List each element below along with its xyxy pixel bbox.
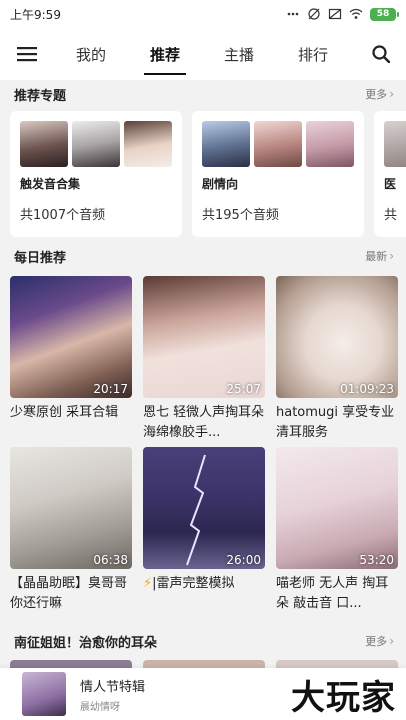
- daily-title: 每日推荐: [14, 250, 67, 266]
- status-bar: 上午9:59 58: [0, 0, 406, 28]
- audio-cover: 06:38: [10, 447, 132, 569]
- player-cover: [22, 672, 66, 716]
- menu-button[interactable]: [0, 28, 54, 80]
- audio-card[interactable]: 25:07 恩七 轻微人声掏耳朵海绵橡胶手...: [143, 276, 265, 443]
- audio-title: hatomugi 享受专业清耳服务: [276, 405, 395, 440]
- thumbnail-image: [20, 121, 68, 167]
- battery-icon: 58: [370, 7, 399, 21]
- player-info: 情人节特辑 晨幼情呀: [80, 676, 145, 713]
- watermark-logo: 大玩家: [291, 678, 396, 718]
- audio-duration: 26:00: [226, 553, 261, 567]
- topic-thumbnails: [202, 121, 354, 167]
- featured-header: 南征姐姐！治愈你的耳朵 更多 ›: [0, 627, 406, 655]
- thumbnail-image: [202, 121, 250, 167]
- topic-count: 共1007个音频: [20, 208, 106, 223]
- topics-title: 推荐专题: [14, 88, 67, 104]
- audio-duration: 25:07: [226, 382, 261, 396]
- dots-icon: [287, 12, 299, 16]
- battery-level: 58: [376, 9, 390, 19]
- audio-title: 【晶晶助眠】臭哥哥你还行嘛: [10, 576, 128, 611]
- audio-title: 喵老师 无人声 掏耳朵 敲击音 口...: [276, 576, 389, 611]
- audio-cover: 53:20: [276, 447, 398, 569]
- audio-duration: 53:20: [359, 553, 394, 567]
- audio-cover: 25:07: [143, 276, 265, 398]
- audio-duration: 20:17: [93, 382, 128, 396]
- featured-title: 南征姐姐！治愈你的耳朵: [14, 635, 158, 651]
- player-subtitle: 晨幼情呀: [80, 701, 120, 713]
- topics-more-label: 更多: [365, 88, 388, 101]
- audio-cover: 20:17: [10, 276, 132, 398]
- tab-ranking[interactable]: 排行: [292, 36, 334, 73]
- search-button[interactable]: [356, 28, 406, 80]
- featured-more-label: 更多: [365, 635, 388, 648]
- player-title: 情人节特辑: [80, 679, 146, 695]
- chevron-right-icon: ›: [389, 87, 394, 101]
- audio-title: ⚡|雷声完整模拟: [143, 574, 265, 614]
- no-signal-icon: [328, 8, 342, 20]
- topic-name: 触发音合集: [20, 177, 81, 191]
- tab-recommend[interactable]: 推荐: [143, 36, 187, 75]
- status-icons: 58: [286, 7, 399, 21]
- audio-title: 少寒原创 采耳合辑: [10, 405, 119, 420]
- audio-cover: 01:09:23: [276, 276, 398, 398]
- daily-header: 每日推荐 最新 ›: [0, 242, 406, 270]
- audio-duration: 06:38: [93, 553, 128, 567]
- chevron-right-icon: ›: [389, 634, 394, 648]
- audio-title: 恩七 轻微人声掏耳朵海绵橡胶手...: [143, 405, 265, 440]
- featured-more-link[interactable]: 更多 ›: [365, 633, 394, 649]
- topic-name: 剧情向: [202, 177, 239, 191]
- tab-bar: 我的 推荐 主播 排行: [54, 36, 356, 75]
- thumbnail-image: [384, 121, 406, 167]
- lightning-graphic: [186, 454, 206, 566]
- topic-thumbnails: [384, 121, 406, 167]
- topic-name: 医: [384, 177, 397, 191]
- topics-header: 推荐专题 更多 ›: [0, 80, 406, 108]
- audio-card[interactable]: 01:09:23 hatomugi 享受专业清耳服务: [276, 276, 398, 443]
- daily-latest-link[interactable]: 最新 ›: [365, 248, 394, 264]
- lightning-icon: ⚡: [143, 576, 153, 591]
- tab-anchors[interactable]: 主播: [218, 36, 260, 73]
- audio-card[interactable]: 53:20 喵老师 无人声 掏耳朵 敲击音 口...: [276, 447, 398, 614]
- tab-mine[interactable]: 我的: [70, 36, 112, 73]
- thumbnail-image: [72, 121, 120, 167]
- thumbnail-image: [306, 121, 354, 167]
- thumbnail-image: [254, 121, 302, 167]
- topic-thumbnails: [20, 121, 172, 167]
- audio-card[interactable]: 20:17 少寒原创 采耳合辑: [10, 276, 132, 443]
- topic-count: 共195个音频: [202, 208, 279, 223]
- audio-card[interactable]: 26:00 ⚡|雷声完整模拟: [143, 447, 265, 614]
- search-icon: [372, 45, 390, 63]
- thumbnail-image: [124, 121, 172, 167]
- daily-latest-label: 最新: [365, 250, 388, 263]
- top-nav: 我的 推荐 主播 排行: [0, 28, 406, 80]
- daily-row-2: 06:38 【晶晶助眠】臭哥哥你还行嘛 26:00 ⚡|雷声完整模拟 53:20…: [10, 447, 400, 614]
- topic-card[interactable]: 剧情向 共195个音频: [192, 111, 364, 237]
- wifi-icon: [349, 8, 363, 19]
- daily-row-1: 20:17 少寒原创 采耳合辑 25:07 恩七 轻微人声掏耳朵海绵橡胶手...…: [10, 276, 400, 443]
- hamburger-icon: [17, 47, 37, 62]
- status-time: 上午9:59: [10, 7, 61, 22]
- topic-card[interactable]: 医 共: [374, 111, 406, 237]
- audio-cover: 26:00: [143, 447, 265, 569]
- topic-card[interactable]: 触发音合集 共1007个音频: [10, 111, 182, 237]
- mute-icon: [308, 8, 320, 20]
- topics-more-link[interactable]: 更多 ›: [365, 86, 394, 102]
- audio-duration: 01:09:23: [340, 382, 394, 396]
- topic-carousel: 触发音合集 共1007个音频 剧情向 共195个音频 医 共: [10, 111, 406, 237]
- topic-count: 共: [384, 208, 398, 223]
- audio-card[interactable]: 06:38 【晶晶助眠】臭哥哥你还行嘛: [10, 447, 132, 614]
- audio-title-text: |雷声完整模拟: [152, 576, 235, 591]
- chevron-right-icon: ›: [389, 249, 394, 263]
